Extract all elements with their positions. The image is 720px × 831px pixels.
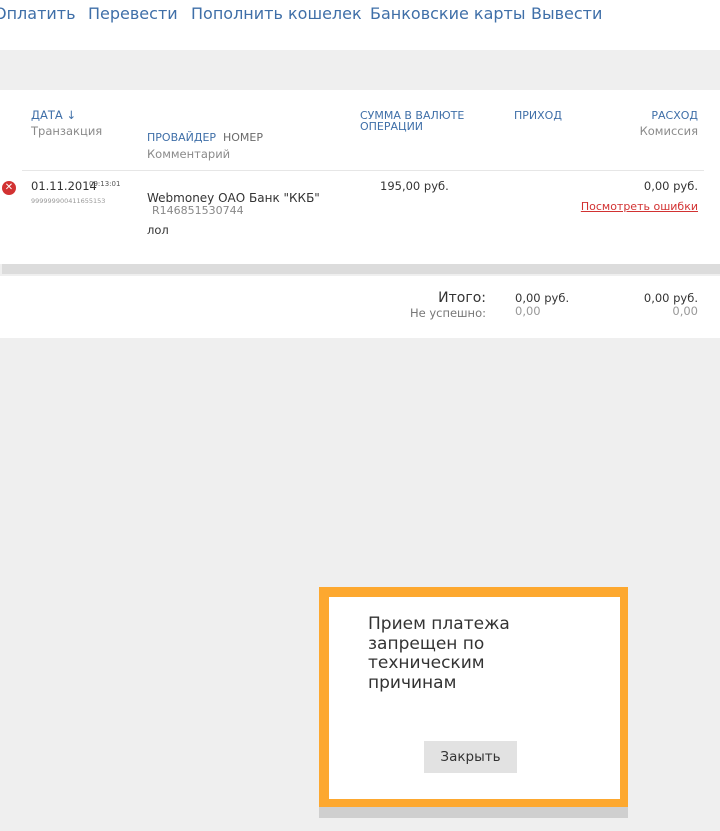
header-divider [22, 170, 704, 171]
totals-income: 0,00 руб. [515, 291, 570, 305]
row-number: R146851530744 [152, 204, 244, 217]
row-comment: лол [147, 223, 169, 237]
nav-withdraw[interactable]: Вывести [531, 4, 602, 23]
row-provider: Webmoney ОАО Банк "ККБ" [147, 191, 320, 205]
row-date: 01.11.2014 [31, 179, 97, 193]
header-income[interactable]: ПРИХОД [514, 109, 562, 122]
row-expense: 0,00 руб. [643, 179, 698, 193]
dialog-message: Прием платежа запрещен по техническим пр… [368, 614, 510, 693]
totals-expense: 0,00 руб. [643, 291, 698, 305]
top-navigation: Оплатить Перевести Пополнить кошелек Бан… [0, 0, 720, 50]
header-provider[interactable]: ПРОВАЙДЕР [147, 131, 216, 144]
header-date[interactable]: ДАТА ↓ [31, 108, 76, 122]
totals-failed-label: Не успешно: [409, 306, 486, 320]
close-button[interactable]: Закрыть [424, 741, 517, 773]
row-amount: 195,00 руб. [380, 179, 449, 193]
header-commission: Комиссия [639, 124, 698, 138]
header-transaction: Транзакция [31, 124, 103, 138]
dialog-shadow [319, 807, 628, 818]
totals-expense-failed: 0,00 [672, 304, 698, 318]
nav-topup-wallet[interactable]: Пополнить кошелек [191, 4, 362, 23]
view-errors-link[interactable]: Посмотреть ошибки [581, 200, 698, 213]
payment-error-dialog: Прием платежа запрещен по техническим пр… [329, 597, 620, 799]
header-expense[interactable]: РАСХОД [651, 109, 698, 122]
transactions-table: ДАТА ↓ Транзакция ПРОВАЙДЕР НОМЕР Коммен… [0, 90, 720, 264]
row-time: 09:13:01 [89, 180, 121, 188]
row-transaction-id: 999999900411655153 [31, 197, 106, 205]
nav-pay[interactable]: Оплатить [0, 4, 76, 23]
nav-transfer[interactable]: Перевести [88, 4, 178, 23]
totals-income-failed: 0,00 [515, 304, 541, 318]
horizontal-scrollbar[interactable] [2, 264, 720, 274]
header-amount-line2[interactable]: ОПЕРАЦИИ [360, 120, 423, 133]
header-number: НОМЕР [223, 131, 264, 144]
header-comment: Комментарий [147, 147, 231, 161]
error-status-icon: ✕ [2, 181, 16, 195]
nav-bank-cards[interactable]: Банковские карты [370, 4, 526, 23]
totals-label: Итого: [438, 290, 486, 306]
totals-panel: Итого: Не успешно: 0,00 руб. 0,00 0,00 р… [0, 276, 720, 338]
